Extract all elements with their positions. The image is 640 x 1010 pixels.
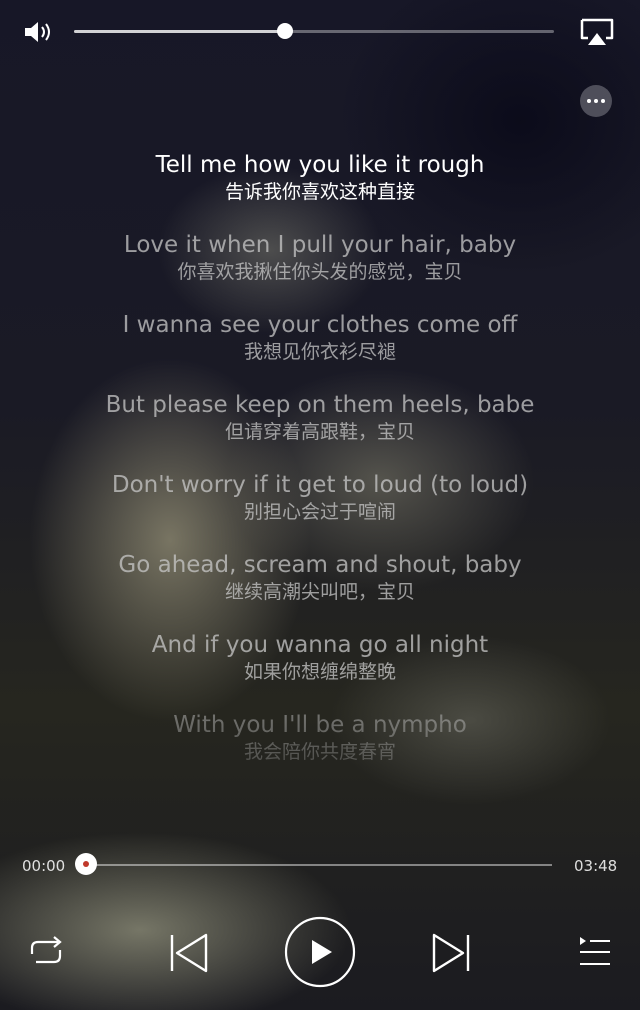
lyric-english: Don't worry if it get to loud (to loud): [111, 472, 529, 498]
volume-knob[interactable]: [277, 23, 294, 39]
more-icon[interactable]: [580, 85, 612, 117]
lyric-line[interactable]: [0, 790, 640, 830]
lyric-line[interactable]: Tell me how you like it rough 告诉我你喜欢这种直接: [0, 150, 640, 230]
progress-track[interactable]: [86, 864, 552, 866]
lyric-chinese: 如果你想缠绵整晚: [243, 661, 396, 683]
lyric-english: Go ahead, scream and shout, baby: [118, 552, 522, 578]
playback-progress: 00:00 03:48: [0, 848, 640, 882]
lyrics-panel[interactable]: Tell me how you like it rough 告诉我你喜欢这种直接 L…: [0, 150, 640, 830]
lyric-line[interactable]: Go ahead, scream and shout, baby 继续高潮尖叫吧，…: [0, 550, 640, 630]
lyric-chinese: 继续高潮尖叫吧，宝贝: [224, 581, 415, 603]
lyric-english: Tell me how you like it rough: [155, 152, 485, 178]
lyric-line[interactable]: Love it when I pull your hair, baby 你喜欢我揪…: [0, 230, 640, 310]
lyric-line[interactable]: And if you wanna go all night 如果你想缠绵整晚: [0, 630, 640, 710]
lyric-line[interactable]: But please keep on them heels, babe 但请穿着高…: [0, 390, 640, 470]
total-time: 03:48: [574, 857, 618, 875]
lyric-english: But please keep on them heels, babe: [105, 392, 535, 418]
speaker-icon[interactable]: [22, 18, 54, 46]
lyric-chinese: 但请穿着高跟鞋，宝贝: [224, 421, 415, 443]
lyric-chinese: 我想见你衣衫尽褪: [243, 341, 396, 363]
previous-icon[interactable]: [168, 932, 212, 974]
lyric-line[interactable]: With you I'll be a nympho 我会陪你共度春宵: [0, 710, 640, 790]
playlist-icon[interactable]: [576, 934, 614, 970]
lyric-chinese: 我会陪你共度春宵: [243, 741, 396, 763]
elapsed-time: 00:00: [22, 857, 66, 875]
lyric-chinese: 告诉我你喜欢这种直接: [224, 181, 415, 203]
lyric-english: And if you wanna go all night: [151, 632, 489, 658]
next-icon[interactable]: [428, 932, 472, 974]
airplay-icon[interactable]: [578, 16, 616, 48]
lyric-english: Love it when I pull your hair, baby: [123, 232, 517, 258]
volume-fill: [74, 30, 286, 33]
volume-slider[interactable]: [74, 23, 554, 39]
play-icon[interactable]: [284, 916, 356, 988]
top-bar: [0, 0, 640, 117]
lyric-line[interactable]: I wanna see your clothes come off 我想见你衣衫尽…: [0, 310, 640, 390]
lyric-english: I wanna see your clothes come off: [122, 312, 518, 338]
lyric-chinese: 你喜欢我揪住你头发的感觉，宝贝: [177, 261, 463, 283]
lyric-chinese: 别担心会过于喧闹: [243, 501, 396, 523]
lyric-english: With you I'll be a nympho: [173, 712, 467, 738]
lyric-line[interactable]: Don't worry if it get to loud (to loud) 别…: [0, 470, 640, 550]
repeat-icon[interactable]: [26, 934, 66, 970]
progress-knob[interactable]: [75, 853, 97, 875]
